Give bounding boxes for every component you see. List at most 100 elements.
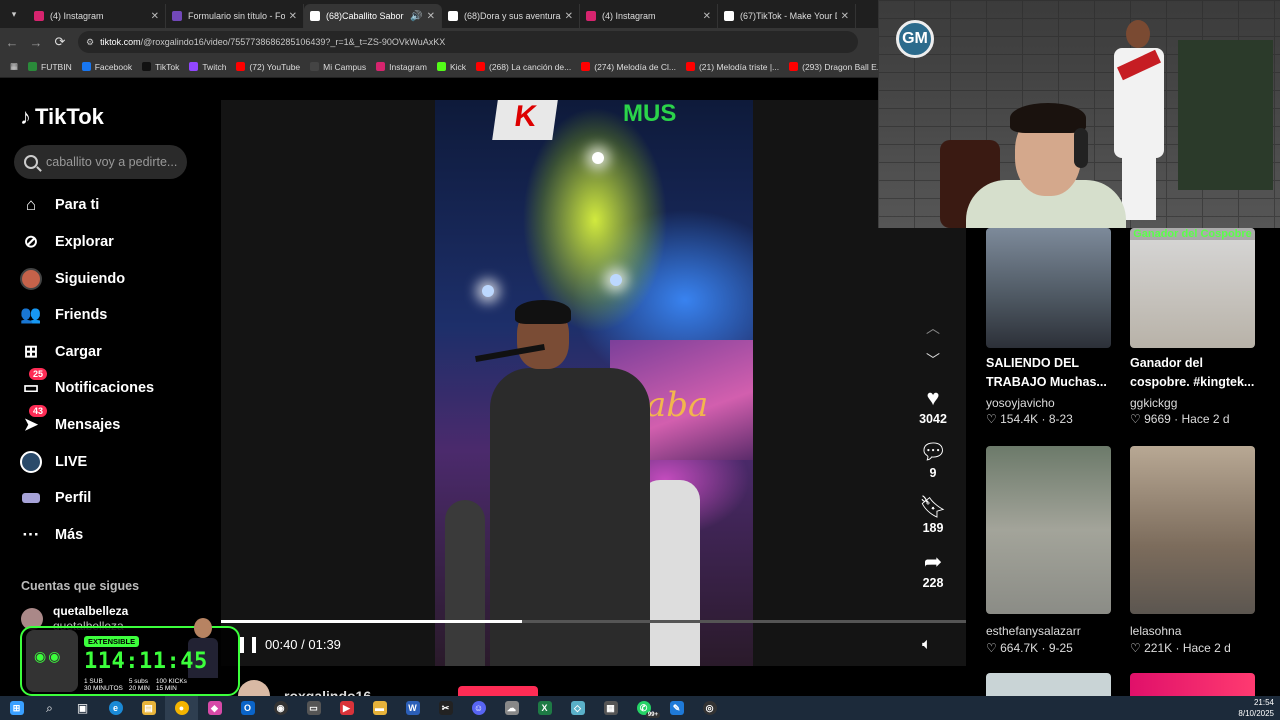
taskbar-clock[interactable]: 21:54 8/10/2025	[1232, 697, 1274, 719]
search-icon[interactable]: ⌕	[33, 696, 66, 720]
bookmark-icon: 🔖︎	[919, 494, 947, 519]
bookmark-youtube-4[interactable]: (293) Dragon Ball E...	[789, 62, 884, 72]
browser-tab[interactable]: (67)TikTok - Make Your D ✕	[718, 4, 856, 28]
nav-explorar[interactable]: ⊘ Explorar	[20, 227, 210, 257]
nav-siguiendo[interactable]: Siguiendo	[20, 264, 210, 294]
comment-action[interactable]: 💬︎ 9	[912, 440, 954, 481]
browser-tab[interactable]: (4) Instagram ✕	[580, 4, 718, 28]
browser-tab[interactable]: (4) Instagram ✕	[28, 4, 166, 28]
bookmark-facebook[interactable]: Facebook	[81, 62, 132, 72]
calculator-icon[interactable]: ▦	[594, 696, 627, 720]
browser-tab-active[interactable]: (68)Caballito Sabor de🔊✕	[304, 4, 442, 28]
bookmark-youtube[interactable]: (72) YouTube	[236, 62, 300, 72]
app-icon[interactable]: ✎	[660, 696, 693, 720]
file-explorer-icon[interactable]: ▤	[132, 696, 165, 720]
capcut-icon[interactable]: ✂	[429, 696, 462, 720]
bookmark-youtube-1[interactable]: (268) La canción de...	[476, 62, 571, 72]
save-action[interactable]: 🔖︎ 189	[912, 494, 954, 536]
nav-friends[interactable]: 👥 Friends	[20, 300, 210, 330]
app-icon[interactable]: ◆	[198, 696, 231, 720]
close-tab-icon[interactable]: ✕	[841, 11, 849, 22]
previous-video-icon[interactable]: ︿	[924, 318, 942, 336]
pause-icon[interactable]	[240, 637, 256, 653]
bookmark-mi-campus[interactable]: Mi Campus	[310, 62, 366, 72]
suggestion-thumbnail[interactable]	[986, 446, 1111, 614]
app-icon[interactable]: ☁	[495, 696, 528, 720]
suggestion-author[interactable]: lelasohna	[1130, 624, 1181, 638]
search-input[interactable]: caballito voy a pedirte...	[14, 145, 187, 179]
folder-icon[interactable]: ▬	[363, 696, 396, 720]
nav-live[interactable]: LIVE	[20, 447, 210, 477]
compass-icon: ⊘	[23, 232, 39, 251]
edge-icon[interactable]: e	[99, 696, 132, 720]
nav-para-ti[interactable]: ⌂ Para ti	[20, 190, 210, 220]
back-icon[interactable]: ←	[0, 35, 24, 50]
app-icon[interactable]: ◇	[561, 696, 594, 720]
app-icon[interactable]: ▭	[297, 696, 330, 720]
profile-icon	[20, 487, 42, 509]
suggestion-author[interactable]: yosoyjavicho	[986, 396, 1055, 410]
bookmark-youtube-2[interactable]: (274) Melodía de Cl...	[581, 62, 676, 72]
bookmark-tiktok[interactable]: TikTok	[142, 62, 179, 72]
next-video-icon[interactable]: ﹀	[924, 350, 942, 368]
bookmark-twitch[interactable]: Twitch	[189, 62, 226, 72]
suggestion-title[interactable]: Ganador del cospobre. #kingtek...	[1130, 354, 1265, 392]
whatsapp-icon[interactable]: ✆ 99+	[627, 696, 660, 720]
suggestion-thumbnail[interactable]	[986, 673, 1111, 696]
chrome-icon[interactable]: ●	[165, 696, 198, 720]
bookmark-instagram[interactable]: Instagram	[376, 62, 427, 72]
site-info-icon[interactable]: ⚙	[86, 37, 94, 48]
discord-icon[interactable]: ☺	[462, 696, 495, 720]
nav-cargar[interactable]: ⊞ Cargar	[20, 337, 210, 367]
browser-tab[interactable]: (68)Dora y sus aventuras ✕	[442, 4, 580, 28]
apps-icon[interactable]: ▦	[10, 61, 18, 72]
reload-icon[interactable]: ⟳	[48, 34, 72, 50]
volume-icon[interactable]: 🔈︎	[922, 636, 932, 654]
inbox-icon: ▭ 25	[20, 368, 48, 399]
suggestion-thumbnail[interactable]	[1130, 446, 1255, 614]
like-action[interactable]: ♥ 3042	[912, 386, 954, 427]
nav-notificaciones[interactable]: ▭ 25 Notificaciones	[20, 368, 210, 403]
start-icon[interactable]: ⊞	[0, 696, 33, 720]
heart-outline-icon: ♡	[986, 641, 997, 655]
video-progress-fill[interactable]	[221, 620, 522, 623]
browser-tab[interactable]: Formulario sin título - For ✕	[166, 4, 304, 28]
address-bar-row: ← → ⟳ ⚙ tiktok.com /@roxgalindo16/video/…	[0, 28, 878, 56]
share-action[interactable]: ➦ 228	[912, 550, 954, 591]
tiktok-icon	[142, 62, 152, 71]
tab-search-icon[interactable]: ▾	[0, 9, 28, 20]
futbin-icon	[28, 62, 38, 71]
task-view-icon[interactable]: ▣	[66, 696, 99, 720]
word-icon[interactable]: W	[396, 696, 429, 720]
close-tab-icon[interactable]: ✕	[565, 11, 573, 22]
heart-outline-icon: ♡	[1130, 412, 1141, 426]
youtube-icon	[236, 62, 246, 71]
close-tab-icon[interactable]: ✕	[427, 11, 435, 22]
app-icon[interactable]: ◎	[693, 696, 726, 720]
url-field[interactable]: ⚙ tiktok.com /@roxgalindo16/video/755773…	[78, 31, 858, 53]
rate-item: 5 subs 20 MIN	[128, 678, 150, 692]
nav-mas[interactable]: ··· Más	[20, 520, 210, 550]
video-player[interactable]: K MUS Caba	[435, 100, 753, 666]
bookmark-kick[interactable]: Kick	[436, 62, 466, 72]
video-editor-icon[interactable]: ▶	[330, 696, 363, 720]
suggestion-thumbnail[interactable]	[986, 228, 1111, 348]
suggestion-thumbnail[interactable]	[1130, 673, 1255, 696]
nav-perfil[interactable]: Perfil	[20, 483, 210, 513]
forward-icon[interactable]: →	[24, 35, 48, 50]
close-tab-icon[interactable]: ✕	[703, 11, 711, 22]
bookmark-youtube-3[interactable]: (21) Melodía triste |...	[685, 62, 779, 72]
tiktok-logo[interactable]: ♪ TikTok	[20, 104, 104, 130]
outlook-icon[interactable]: O	[231, 696, 264, 720]
excel-icon[interactable]: X	[528, 696, 561, 720]
bookmark-futbin[interactable]: FUTBIN	[28, 62, 72, 72]
suggestion-author[interactable]: ggkickgg	[1130, 396, 1177, 410]
obs-icon[interactable]: ◉	[264, 696, 297, 720]
close-tab-icon[interactable]: ✕	[151, 11, 159, 22]
search-icon	[24, 155, 38, 169]
nav-mensajes[interactable]: ➤ 43 Mensajes	[20, 405, 210, 440]
suggestion-thumbnail[interactable]: Ganador del Cospobre	[1130, 228, 1255, 348]
suggestion-title[interactable]: SALIENDO DEL TRABAJO Muchas...	[986, 354, 1121, 392]
suggestion-author[interactable]: esthefanysalazarr	[986, 624, 1081, 638]
close-tab-icon[interactable]: ✕	[289, 11, 297, 22]
